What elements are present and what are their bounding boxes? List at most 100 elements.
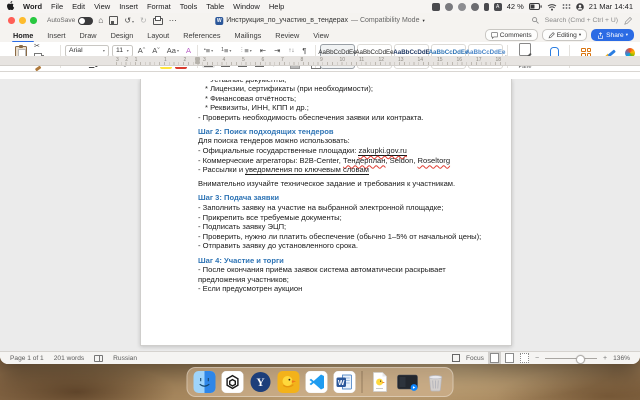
finder-icon xyxy=(194,371,216,393)
decrease-indent-button[interactable]: ⇤ xyxy=(258,46,268,56)
status-app-icon-5[interactable] xyxy=(484,3,489,11)
title-bar-right: Search (Cmd + Ctrl + U) xyxy=(532,17,632,25)
doc-text: - Прикрепить все требуемые документы; xyxy=(198,213,342,222)
tab-design[interactable]: Design xyxy=(104,29,141,42)
minimize-window-button[interactable] xyxy=(19,17,26,24)
close-window-button[interactable] xyxy=(8,17,15,24)
increase-indent-button[interactable]: ⇥ xyxy=(272,46,282,56)
change-case-button[interactable]: Aa▾ xyxy=(165,46,181,56)
home-icon[interactable]: ⌂ xyxy=(98,16,103,25)
editing-mode-button[interactable]: Editing▾ xyxy=(542,29,587,41)
print-layout-view-button[interactable] xyxy=(490,353,499,363)
menu-item-app[interactable]: Word xyxy=(23,2,42,11)
tab-draw[interactable]: Draw xyxy=(73,29,104,42)
tab-view[interactable]: View xyxy=(306,29,336,42)
status-app-icon-3[interactable] xyxy=(458,3,466,11)
apple-icon xyxy=(7,1,15,10)
cut-icon[interactable]: ✂ xyxy=(34,43,42,50)
tab-review[interactable]: Review xyxy=(268,29,306,42)
doc-line: Для поиска тендеров можно использовать: xyxy=(198,136,488,146)
title-chevron-icon[interactable]: ▾ xyxy=(422,18,424,24)
search-field[interactable]: Search (Cmd + Ctrl + U) xyxy=(545,17,618,24)
zoom-percent[interactable]: 136% xyxy=(613,355,630,362)
status-app-icon-4[interactable] xyxy=(471,3,479,11)
focus-button[interactable]: Focus xyxy=(466,355,484,362)
dock-item-duck-file[interactable] xyxy=(369,371,391,393)
spotlight-grid-icon[interactable] xyxy=(562,3,571,10)
dock-item-word[interactable]: W xyxy=(334,371,356,393)
page-indicator[interactable]: Page 1 of 1 xyxy=(10,355,44,362)
show-formatting-button[interactable]: ¶ xyxy=(300,46,308,56)
menu-item-window[interactable]: Window xyxy=(233,2,260,11)
menu-item-help[interactable]: Help xyxy=(269,2,284,11)
multilevel-list-button[interactable]: ⋮≡▾ xyxy=(237,46,253,56)
bullet-list-button[interactable]: •≡▾ xyxy=(202,46,215,56)
tab-home[interactable]: Home xyxy=(6,29,40,42)
doc-text: Тендерплан xyxy=(343,156,385,165)
proofing-icon[interactable] xyxy=(94,355,103,362)
comments-button[interactable]: Comments xyxy=(485,29,538,41)
doc-line: - После окончания приёма заявок система … xyxy=(198,265,488,284)
sort-button[interactable]: ↑↓ xyxy=(286,47,296,55)
tab-layout[interactable]: Layout xyxy=(140,29,176,42)
more-commands-button[interactable]: ⋯ xyxy=(169,16,177,25)
autosave-toggle[interactable] xyxy=(78,17,93,25)
doc-text: * Реквизиты, ИНН, КПП и др.; xyxy=(205,103,309,112)
dock-item-trash[interactable] xyxy=(425,371,447,393)
dock-item-chatgpt[interactable] xyxy=(222,371,244,393)
user-icon[interactable] xyxy=(576,3,584,11)
menu-item-insert[interactable]: Insert xyxy=(119,2,138,11)
menu-bar-clock[interactable]: 21 Mar 14:41 xyxy=(589,2,633,11)
tab-insert[interactable]: Insert xyxy=(40,29,72,42)
dock-item-cyberduck[interactable] xyxy=(278,371,300,393)
redo-button[interactable]: ↻ xyxy=(140,16,147,25)
numbered-list-button[interactable]: 1≡▾ xyxy=(219,46,233,56)
language-indicator[interactable]: Russian xyxy=(113,355,137,362)
word-count[interactable]: 201 words xyxy=(54,355,84,362)
dock-separator xyxy=(362,371,363,393)
ruler-number: 11 xyxy=(359,57,364,63)
zoom-slider[interactable] xyxy=(545,358,597,359)
indent-marker-bottom[interactable] xyxy=(195,61,200,64)
zoom-slider-knob[interactable] xyxy=(576,355,585,364)
zoom-window-button[interactable] xyxy=(30,17,37,24)
document-page[interactable]: * Уставные документы;* Лицензии, сертифи… xyxy=(140,79,512,346)
pen-icon[interactable] xyxy=(624,17,632,25)
undo-button[interactable]: ↺▾ xyxy=(124,16,134,25)
status-app-icon-1[interactable] xyxy=(432,3,440,11)
input-source-badge[interactable]: A xyxy=(494,3,502,11)
doc-line: - Прикрепить все требуемые документы; xyxy=(198,213,488,223)
font-size-select[interactable]: 11▾ xyxy=(112,45,133,57)
shrink-font-button[interactable]: Aˇ xyxy=(150,46,162,56)
menu-item-edit[interactable]: Edit xyxy=(72,2,85,11)
save-icon[interactable] xyxy=(109,16,118,25)
zoom-in-button[interactable]: + xyxy=(603,355,607,362)
dock-item-vscode[interactable] xyxy=(306,371,328,393)
pencil-icon xyxy=(548,32,555,39)
tab-mailings[interactable]: Mailings xyxy=(228,29,269,42)
word-window: AutoSave ⌂ ↺▾ ↻ ⋯ W Инструкция_по_участи… xyxy=(0,13,640,364)
menu-item-format[interactable]: Format xyxy=(147,2,171,11)
font-name-select[interactable]: Arial▾ xyxy=(65,45,109,57)
status-app-icon-2[interactable] xyxy=(445,3,453,11)
clear-formatting-button[interactable]: A xyxy=(184,46,193,56)
menu-item-table[interactable]: Table xyxy=(206,2,224,11)
menu-item-view[interactable]: View xyxy=(94,2,110,11)
outline-view-button[interactable] xyxy=(520,353,529,363)
grow-font-button[interactable]: Aˆ xyxy=(136,46,148,56)
menu-item-tools[interactable]: Tools xyxy=(180,2,198,11)
print-icon[interactable] xyxy=(153,18,163,25)
document-workspace: * Уставные документы;* Лицензии, сертифи… xyxy=(0,79,640,352)
dock-item-finder[interactable] xyxy=(194,371,216,393)
wifi-icon[interactable] xyxy=(547,3,557,11)
share-button[interactable]: Share▾ xyxy=(591,29,634,41)
zoom-out-button[interactable]: − xyxy=(535,355,539,362)
comment-icon xyxy=(491,32,498,39)
tab-references[interactable]: References xyxy=(176,29,227,42)
menu-item-file[interactable]: File xyxy=(51,2,63,11)
dock-item-window-preview[interactable] xyxy=(397,371,419,393)
web-layout-view-button[interactable] xyxy=(505,353,514,363)
apple-menu[interactable] xyxy=(7,1,15,12)
dock-item-yandex-browser[interactable]: Y xyxy=(250,371,272,393)
horizontal-ruler[interactable]: 321123456789101112131415161718 xyxy=(0,56,640,66)
